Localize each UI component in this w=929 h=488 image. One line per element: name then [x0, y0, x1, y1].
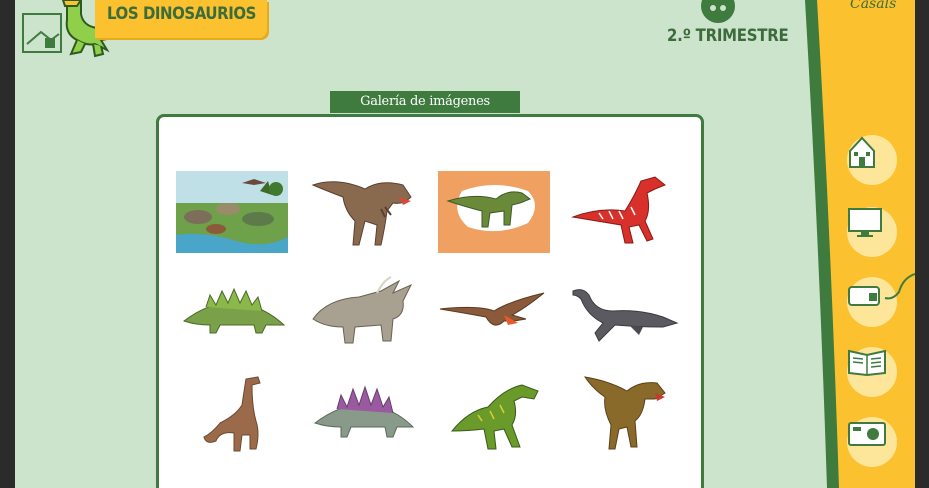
mouse-button[interactable]	[847, 277, 897, 327]
gallery-item-pterodactyl[interactable]	[438, 271, 550, 353]
stegosaurus-green-image	[182, 287, 286, 334]
page-title: LOS DINOSAURIOS	[107, 4, 256, 24]
gallery-item-iguanodon[interactable]	[438, 171, 550, 253]
home-icon	[849, 136, 875, 168]
brachiosaurus-image	[203, 376, 261, 452]
carnotaurus-image	[583, 376, 666, 450]
home-button[interactable]	[847, 135, 897, 185]
gallery-item-allosaurus[interactable]	[438, 371, 550, 453]
term-label: 2.º TRIMESTRE	[667, 26, 789, 46]
gallery-item-triceratops[interactable]	[307, 271, 419, 353]
pterodactyl-image	[439, 292, 545, 326]
allosaurus-image	[450, 384, 539, 450]
velociraptor-image	[571, 176, 666, 244]
camera-button[interactable]	[847, 417, 897, 467]
monitor-button[interactable]	[847, 207, 897, 257]
publisher-logo-icon[interactable]	[15, 0, 63, 56]
gallery-item-tyrannosaurus[interactable]	[307, 171, 419, 253]
gallery-item-stegosaurus-purple[interactable]	[307, 371, 419, 453]
triceratops-image	[312, 276, 413, 344]
gallery-label: Galería de imágenes	[330, 91, 520, 113]
book-icon	[848, 349, 886, 377]
publisher-name: Casals	[850, 0, 897, 12]
dinosaur-scene-image	[176, 171, 288, 253]
gallery-item-dinosaur-scene[interactable]	[176, 171, 288, 253]
monitor-icon	[848, 208, 882, 237]
gallery-item-carnotaurus[interactable]	[569, 371, 681, 453]
iguanodon-image	[446, 185, 535, 232]
app-stage: LOS DINOSAURIOS 2.º TRIMESTRE Galería de…	[15, 0, 915, 488]
plesiosaur-image	[572, 289, 679, 342]
gallery-panel	[156, 114, 704, 488]
stegosaurus-purple-image	[313, 385, 415, 438]
tyrannosaurus-image	[311, 181, 412, 246]
gallery-item-stegosaurus-green[interactable]	[176, 271, 288, 353]
gallery-item-velociraptor[interactable]	[569, 171, 681, 253]
gallery-item-brachiosaurus[interactable]	[176, 371, 288, 453]
term-badge-icon	[701, 0, 735, 23]
mouse-icon	[848, 286, 880, 306]
book-button[interactable]	[847, 347, 897, 397]
gallery-item-plesiosaur[interactable]	[569, 271, 681, 353]
camera-icon	[848, 422, 886, 446]
